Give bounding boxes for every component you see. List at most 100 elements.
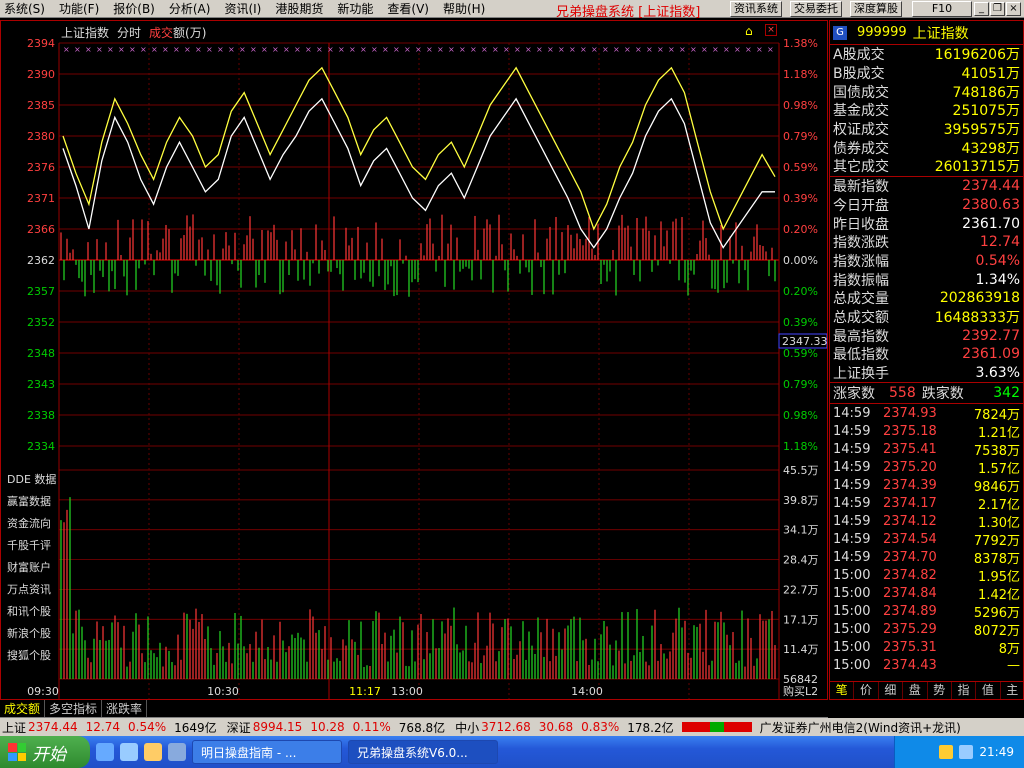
up-label: 涨家数 — [833, 386, 875, 403]
side-link[interactable]: 千股千评 — [7, 537, 51, 553]
price-tick-label: 2352 — [27, 316, 55, 329]
side-link[interactable]: 和讯个股 — [7, 603, 51, 619]
marker-x: × — [503, 45, 510, 54]
buy-l2-label: 购买L2 — [783, 684, 818, 698]
side-link[interactable]: 赢富数据 — [7, 493, 51, 509]
side-link[interactable]: 新浪个股 — [7, 625, 51, 641]
panel-tab[interactable]: 细 — [879, 682, 904, 699]
folder-icon[interactable] — [144, 743, 162, 761]
restore-icon[interactable]: ❐ — [990, 2, 1005, 16]
minimize-icon[interactable]: _ — [974, 2, 989, 16]
task-trading-system[interactable]: 兄弟操盘系统V6.0... — [348, 740, 498, 764]
quicklaunch-icon[interactable] — [168, 743, 186, 761]
tick-price: 2374.39 — [883, 477, 937, 493]
panel-tab[interactable]: 盘 — [903, 682, 928, 699]
stat-label: B股成交 — [833, 66, 885, 83]
stat-value: 748186万 — [952, 84, 1020, 101]
panel-tab[interactable]: 指 — [952, 682, 977, 699]
tick-price: 2374.93 — [883, 405, 937, 421]
tab-turnover[interactable]: 成交额 — [0, 700, 46, 717]
menu-analysis[interactable]: 分析(A) — [165, 0, 215, 17]
deep-calc-button[interactable]: 深度算股 — [850, 1, 902, 17]
tick-time: 15:00 — [833, 567, 871, 583]
stat-label: 昨日收盘 — [833, 216, 889, 233]
stat-value: 0.54% — [975, 252, 1020, 269]
info-system-button[interactable]: 资讯系统 — [730, 1, 782, 17]
side-link[interactable]: 财富账户 — [7, 559, 51, 575]
menu-new-features[interactable]: 新功能 — [333, 0, 377, 17]
side-link[interactable]: 万点资讯 — [7, 581, 51, 597]
marker-x: × — [129, 45, 136, 54]
start-button[interactable]: 开始 — [0, 736, 90, 768]
f10-button[interactable]: F10 — [912, 1, 972, 17]
trade-order-button[interactable]: 交易委托 — [790, 1, 842, 17]
home-icon[interactable]: ⌂ — [745, 24, 753, 38]
tick-row: 14:59 2374.39 9846万 — [830, 476, 1023, 495]
price-tick-label: 2334 — [27, 440, 55, 453]
chart-header: 上证指数 分时 成交额(万) — [61, 24, 206, 41]
menu-info[interactable]: 资讯(I) — [220, 0, 265, 17]
current-price-label: 2347.33 — [782, 335, 827, 348]
tick-time: 15:00 — [833, 585, 871, 601]
pct-tick-label: 0.59% — [783, 161, 818, 174]
panel-tab[interactable]: 笔 — [830, 682, 855, 699]
chart-area[interactable]: 2394 1.38% 2390 1.18% 2385 0.98% 2380 0.79% 2376… — [0, 20, 828, 700]
marker-x: × — [371, 45, 378, 54]
desktop-icon[interactable] — [120, 743, 138, 761]
tick-time: 15:00 — [833, 657, 871, 673]
tick-volume: 7824万 — [973, 407, 1020, 423]
tick-volume: 7792万 — [973, 533, 1020, 549]
tab-bull-bear[interactable]: 多空指标 — [45, 700, 103, 717]
index-stats: 最新指数 2374.44 今日开盘 2380.63 昨日收盘 2361.70 指数涨跌 12.… — [830, 177, 1023, 383]
tick-price: 2374.89 — [883, 603, 937, 619]
panel-tab[interactable]: 势 — [928, 682, 952, 699]
ie-icon[interactable] — [96, 743, 114, 761]
tick-row: 14:59 2375.41 7538万 — [830, 440, 1023, 459]
panel-tab[interactable]: 值 — [976, 682, 1001, 699]
panel-tab[interactable]: 价 — [854, 682, 879, 699]
side-link[interactable]: 资金流向 — [7, 515, 51, 531]
price-tick-label: 2348 — [27, 347, 55, 360]
marker-x: × — [151, 45, 158, 54]
menu-function[interactable]: 功能(F) — [55, 0, 103, 17]
pct-tick-label: 0.00% — [783, 254, 818, 267]
tick-time: 14:59 — [833, 423, 871, 439]
panel-tab[interactable]: 主 — [1001, 682, 1024, 699]
marker-x: × — [382, 45, 389, 54]
stat-value: 202863918 — [939, 290, 1020, 307]
taskbar: 开始 明日操盘指南 - ... 兄弟操盘系统V6.0... 21:49 — [0, 736, 1024, 768]
stat-value: 2361.70 — [962, 215, 1020, 232]
stat-value: 2374.44 — [962, 178, 1020, 195]
tick-list[interactable]: 14:59 2374.93 7824万 14:59 2375.18 1.21亿 14:59 2… — [830, 404, 1023, 674]
stat-value: 43298万 — [961, 140, 1020, 157]
stat-value: 2361.09 — [962, 346, 1020, 363]
stat-row: 其它成交 26013715万 — [830, 157, 1023, 176]
task-guide[interactable]: 明日操盘指南 - ... — [192, 740, 342, 764]
start-label: 开始 — [32, 744, 66, 765]
menu-system[interactable]: 系统(S) — [0, 0, 49, 17]
intraday-chart[interactable]: 2394 1.38% 2390 1.18% 2385 0.98% 2380 0.79% 2376… — [1, 21, 827, 699]
menu-hk-futures[interactable]: 港股期货 — [271, 0, 327, 17]
stat-label: 指数振幅 — [833, 272, 889, 289]
side-link[interactable]: DDE 数据 — [7, 471, 56, 487]
volume-icon[interactable] — [959, 745, 974, 759]
stat-row: 指数振幅 1.34% — [830, 270, 1023, 289]
tray-icon[interactable] — [939, 745, 954, 759]
tick-price: 2374.82 — [883, 567, 937, 583]
pct-tick-label: 0.98% — [783, 409, 818, 422]
sz-change: 10.28 — [310, 720, 345, 734]
menu-quote[interactable]: 报价(B) — [109, 0, 159, 17]
tick-price: 2374.17 — [883, 495, 937, 511]
sh-label: 上证 — [2, 720, 27, 735]
marker-x: × — [569, 45, 576, 54]
marker-x: × — [426, 45, 433, 54]
chart-close-icon[interactable]: × — [765, 24, 777, 36]
menu-help[interactable]: 帮助(H) — [439, 0, 489, 17]
side-link[interactable]: 搜狐个股 — [7, 647, 51, 663]
tab-advance-ratio[interactable]: 涨跌率 — [102, 700, 148, 717]
marker-x: × — [107, 45, 114, 54]
pct-tick-label: 0.20% — [783, 223, 818, 236]
tick-row: 15:00 2374.43 — — [830, 656, 1023, 674]
close-icon[interactable]: × — [1006, 2, 1021, 16]
menu-view[interactable]: 查看(V) — [383, 0, 433, 17]
